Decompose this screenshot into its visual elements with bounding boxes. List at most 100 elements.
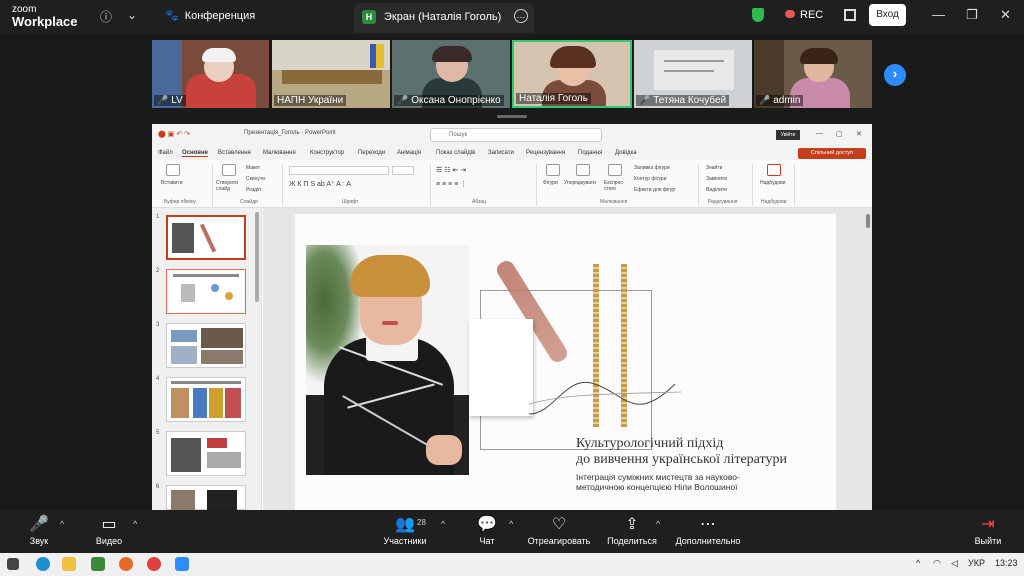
tab-review[interactable]: Рецензування (526, 150, 565, 156)
file-explorer-icon[interactable] (62, 557, 76, 571)
firefox-icon[interactable] (119, 557, 133, 571)
chrome-icon[interactable] (147, 557, 161, 571)
addins-icon[interactable] (767, 164, 781, 176)
chat-button[interactable]: 💬 Чат (475, 515, 499, 546)
find-button[interactable]: Знайти (706, 165, 722, 171)
slide-thumbnail-3[interactable] (166, 323, 246, 368)
new-slide-button[interactable]: Створити слайд (216, 180, 242, 192)
slide-thumbnail-2[interactable] (166, 269, 246, 314)
new-slide-icon[interactable] (222, 164, 236, 176)
participant-tile[interactable]: 🎤 Оксана Онопрієнко (392, 40, 510, 108)
shape-effects-button[interactable]: Ефекти для фігур (634, 187, 675, 193)
slide-thumbnail-1[interactable] (166, 215, 246, 260)
info-icon[interactable]: ⓘ (100, 8, 112, 25)
view-grid-icon[interactable] (844, 9, 856, 21)
tab-design[interactable]: Конструктор (310, 150, 344, 156)
ppt-signin-button[interactable]: Увійти (776, 130, 800, 140)
close-icon[interactable]: ✕ (1000, 7, 1011, 23)
leave-button[interactable]: ⇥ Выйти (973, 515, 1003, 546)
participant-tile[interactable]: 🎤 admin (754, 40, 872, 108)
next-participants-button[interactable]: › (884, 64, 906, 86)
minimize-icon[interactable]: — (932, 7, 945, 22)
layout-button[interactable]: Макет (246, 165, 260, 171)
share-screen-button[interactable]: ⇪ Поделиться (605, 515, 659, 546)
video-options-chevron-icon[interactable]: ^ (133, 519, 137, 529)
shape-fill-button[interactable]: Заливка фігури (634, 165, 670, 171)
conference-tab[interactable]: 🐾 Конференция (165, 9, 255, 22)
select-button[interactable]: Виділити (706, 187, 727, 193)
tab-animations[interactable]: Анімація (397, 150, 421, 156)
shape-outline-button[interactable]: Контур фігури (634, 176, 666, 182)
paw-icon: 🐾 (165, 10, 179, 22)
arrange-icon[interactable] (576, 164, 590, 176)
audio-options-chevron-icon[interactable]: ^ (60, 519, 64, 529)
slide-thumbnail-5[interactable] (166, 431, 246, 476)
font-format-buttons[interactable]: Ж К П S ab A⁺ A⁻ A (289, 180, 351, 188)
screen-share-tab[interactable]: H Экран (Наталія Гоголь) … (354, 3, 534, 33)
shield-icon[interactable] (752, 8, 764, 22)
react-button[interactable]: ♡ Отреагировать (526, 515, 592, 546)
font-group-label: Шрифт (342, 199, 359, 205)
addins-button[interactable]: Надбудови (760, 180, 786, 186)
tab-transitions[interactable]: Переходи (358, 150, 385, 156)
volume-icon[interactable]: ◁ (951, 558, 958, 569)
ppt-minimize-icon[interactable]: — (816, 130, 823, 137)
signin-button[interactable]: Вход (869, 4, 906, 26)
tab-draw[interactable]: Малювання (263, 150, 296, 156)
paste-icon[interactable] (166, 164, 180, 176)
shapes-button[interactable]: Фігури (543, 180, 558, 186)
restore-icon[interactable]: ❐ (966, 7, 978, 23)
participant-count: 28 (417, 518, 426, 527)
chat-options-chevron-icon[interactable]: ^ (509, 519, 513, 529)
list-buttons[interactable]: ☰ ☷ ⇤ ⇥ (436, 166, 466, 174)
tab-file[interactable]: Файл (158, 150, 173, 156)
participant-tile-active-speaker[interactable]: Наталія Гоголь (512, 40, 632, 108)
section-button[interactable]: Розділ (246, 187, 261, 193)
windows-start-icon[interactable] (7, 558, 19, 570)
video-button[interactable]: ▭ Видео (94, 515, 124, 546)
language-indicator[interactable]: УКР (968, 558, 985, 568)
record-indicator[interactable]: REC (785, 9, 823, 21)
ppt-close-icon[interactable]: ✕ (856, 130, 862, 138)
tab-view[interactable]: Подання (578, 150, 602, 156)
tab-slideshow[interactable]: Показ слайдів (436, 150, 475, 156)
audio-button[interactable]: 🎤 Звук (26, 515, 52, 546)
quick-styles-button[interactable]: Експрес-стилі (604, 180, 628, 192)
quick-styles-icon[interactable] (608, 164, 622, 176)
reset-button[interactable]: Скинути (246, 176, 265, 182)
more-button[interactable]: ⋯ Дополнительно (673, 515, 743, 546)
tab-home[interactable]: Основне (182, 150, 208, 157)
ppt-share-button[interactable]: Спільний доступ (798, 148, 866, 159)
font-size-select[interactable] (392, 166, 414, 175)
align-buttons[interactable]: ≡ ≡ ≡ ≡ ⋮ (436, 180, 467, 188)
participant-tile[interactable]: НАПН України (272, 40, 390, 108)
edge-browser-icon[interactable] (36, 557, 50, 571)
zoom-app-icon[interactable] (175, 557, 189, 571)
share-screen-icon: ⇪ (625, 516, 639, 533)
tray-overflow-chevron-icon[interactable]: ^ (916, 558, 920, 568)
participant-tile[interactable]: 🎤 LV (152, 40, 269, 108)
slide-thumbnail-4[interactable] (166, 377, 246, 422)
ppt-restore-icon[interactable]: ▢ (836, 130, 843, 138)
tab-help[interactable]: Довідка (615, 150, 637, 156)
wifi-icon[interactable]: ◠ (933, 558, 941, 569)
tab-record[interactable]: Записати (488, 150, 514, 156)
ppt-search-input[interactable]: Пошук (430, 128, 602, 142)
shapes-icon[interactable] (546, 164, 560, 176)
chevron-down-icon[interactable]: ⌄ (127, 8, 137, 22)
slide-vertical-scrollbar[interactable] (866, 214, 870, 228)
arrange-button[interactable]: Упорядкувати (564, 180, 596, 186)
tab-insert[interactable]: Вставлення (218, 150, 251, 156)
share-options-chevron-icon[interactable]: ^ (656, 519, 660, 529)
slide-thumbnail-6[interactable] (166, 485, 246, 510)
thumbnails-scrollbar[interactable] (255, 212, 259, 302)
clock[interactable]: 13:23 (995, 558, 1018, 568)
font-name-select[interactable] (289, 166, 389, 175)
participant-tile[interactable]: 🎤 Тетяна Кочубей (634, 40, 752, 108)
replace-button[interactable]: Замінити (706, 176, 727, 182)
paste-button[interactable]: Вставити (161, 180, 182, 186)
more-options-icon[interactable]: … (514, 9, 528, 23)
participants-options-chevron-icon[interactable]: ^ (441, 519, 445, 529)
shared-screen-drag-handle[interactable] (497, 115, 527, 118)
app-64-icon[interactable] (91, 557, 105, 571)
